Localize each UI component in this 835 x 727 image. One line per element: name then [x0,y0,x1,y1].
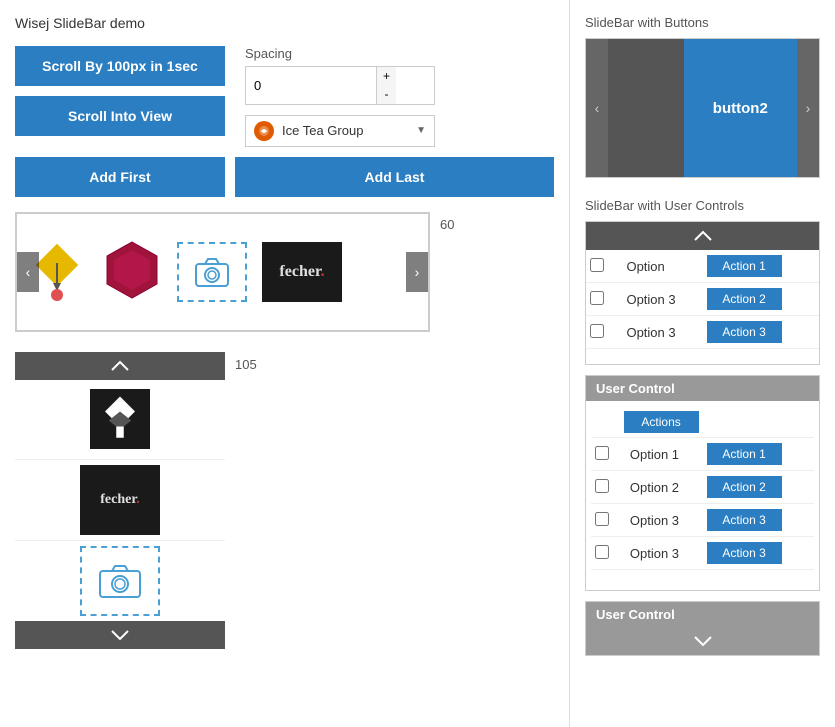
chevron-up-icon [110,360,130,372]
camera-dashed-box [80,546,160,616]
uc-table-top: Option Action 1 Option 3 Action 2 Option… [586,250,819,349]
main-option-checkbox-2[interactable] [595,479,609,493]
main-option-checkbox-1[interactable] [595,446,609,460]
button2-label: button2 [713,100,768,117]
dropdown-arrow-icon: ▼ [416,125,426,136]
slidebar-prev-button[interactable]: ‹ [586,39,608,177]
action2-button-top[interactable]: Action 2 [707,288,782,310]
uc-footer[interactable] [586,627,819,655]
table-row: Option 3 Action 3 [591,504,814,537]
wisej-logo-svg [90,389,150,449]
slidebar-next-button[interactable]: › [797,39,819,177]
camera-icon-svg [194,257,230,287]
action3-button-top[interactable]: Action 3 [707,321,782,343]
option-checkbox-3[interactable] [590,324,604,338]
main-option-label-4: Option 3 [626,537,703,570]
spacing-decrement[interactable]: - [377,85,396,103]
list-item: fecher. [262,242,342,302]
option-label-3: Option 3 [622,316,702,349]
hexagon-svg [102,240,162,300]
uc-chevron-up-icon [693,230,713,242]
slidebar-buttons-title: SlideBar with Buttons [585,15,820,30]
spacing-label: Spacing [245,46,554,61]
slidebar-content: button2 [608,39,797,177]
carousel-next-button[interactable]: › [406,252,428,292]
list-item [15,541,225,621]
fecher-text: fecher. [100,492,140,508]
slidebar-user-title: SlideBar with User Controls [585,198,820,213]
add-first-button[interactable]: Add First [15,157,225,197]
camera-dashed-svg [98,563,142,599]
table-row: Option 3 Action 3 [586,316,819,349]
table-row: Option 1 Action 1 [591,438,814,471]
carousel-count: 60 [440,212,454,232]
list-item: fecher. [15,460,225,541]
main-option-checkbox-4[interactable] [595,545,609,559]
action1-button[interactable]: Action 1 [707,255,782,277]
dropdown[interactable]: Ice Tea Group ▼ [245,115,435,147]
slider-expand-footer[interactable] [15,621,225,649]
actions-header-button[interactable]: Actions [624,411,699,433]
spacing-increment[interactable]: + [377,67,396,85]
chevron-down-icon [110,629,130,641]
slidebar-buttons: ‹ button2 › [585,38,820,178]
option-checkbox-1[interactable] [590,258,604,272]
dropdown-brand-icon [254,121,274,141]
main-action3-button[interactable]: Action 3 [707,509,782,531]
list-item [177,242,247,302]
user-control-label: User Control [586,376,819,401]
uc-header-top[interactable] [586,222,819,250]
user-control-label-2: User Control [586,602,819,627]
uc-table-main: Actions Option 1 Action 1 Option 2 Actio… [591,406,814,570]
main-action4-button[interactable]: Action 3 [707,542,782,564]
vertical-slider-count: 105 [235,352,257,372]
slidebar-user-controls-top: Option Action 1 Option 3 Action 2 Option… [585,221,820,365]
dropdown-text: Ice Tea Group [282,123,416,138]
option-label-1: Option [622,250,702,283]
brand-icon-svg [258,125,270,137]
user-control-box-main: User Control Actions Option 1 Action 1 [585,375,820,591]
list-item [102,240,162,303]
list-item [15,380,225,460]
uc-box-body: Actions Option 1 Action 1 Option 2 Actio… [586,401,819,590]
fecher-label: fecher. [279,263,324,281]
option-checkbox-2[interactable] [590,291,604,305]
main-option-label-3: Option 3 [626,504,703,537]
camera-box [177,242,247,302]
user-control-box-2: User Control [585,601,820,656]
table-row: Actions [591,406,814,438]
spacing-input[interactable] [246,73,376,98]
slider-collapse-header[interactable] [15,352,225,380]
main-action2-button[interactable]: Action 2 [707,476,782,498]
main-option-label-1: Option 1 [626,438,703,471]
spacing-stepper: + - [376,67,396,104]
slidebar-item-button2[interactable]: button2 [684,39,797,177]
table-row: Option 3 Action 3 [591,537,814,570]
spacing-input-container: + - [245,66,435,105]
table-row: Option Action 1 [586,250,819,283]
option-label-2: Option 3 [622,283,702,316]
scroll-view-button[interactable]: Scroll Into View [15,96,225,136]
table-row: Option 3 Action 2 [586,283,819,316]
add-last-button[interactable]: Add Last [235,157,554,197]
vertical-slider: fecher. [15,352,225,649]
fecher-logo-box: fecher. [80,465,160,535]
uc-chevron-down-icon [693,635,713,647]
slidebar-item-dark [608,39,684,177]
main-action1-button[interactable]: Action 1 [707,443,782,465]
carousel-inner: fecher. [17,214,352,330]
main-option-label-2: Option 2 [626,471,703,504]
table-row: Option 2 Action 2 [591,471,814,504]
horizontal-carousel: ‹ [15,212,430,332]
page-title: Wisej SlideBar demo [15,15,554,31]
main-option-checkbox-3[interactable] [595,512,609,526]
scroll-button[interactable]: Scroll By 100px in 1sec [15,46,225,86]
fecher-box: fecher. [262,242,342,302]
carousel-prev-button[interactable]: ‹ [17,252,39,292]
